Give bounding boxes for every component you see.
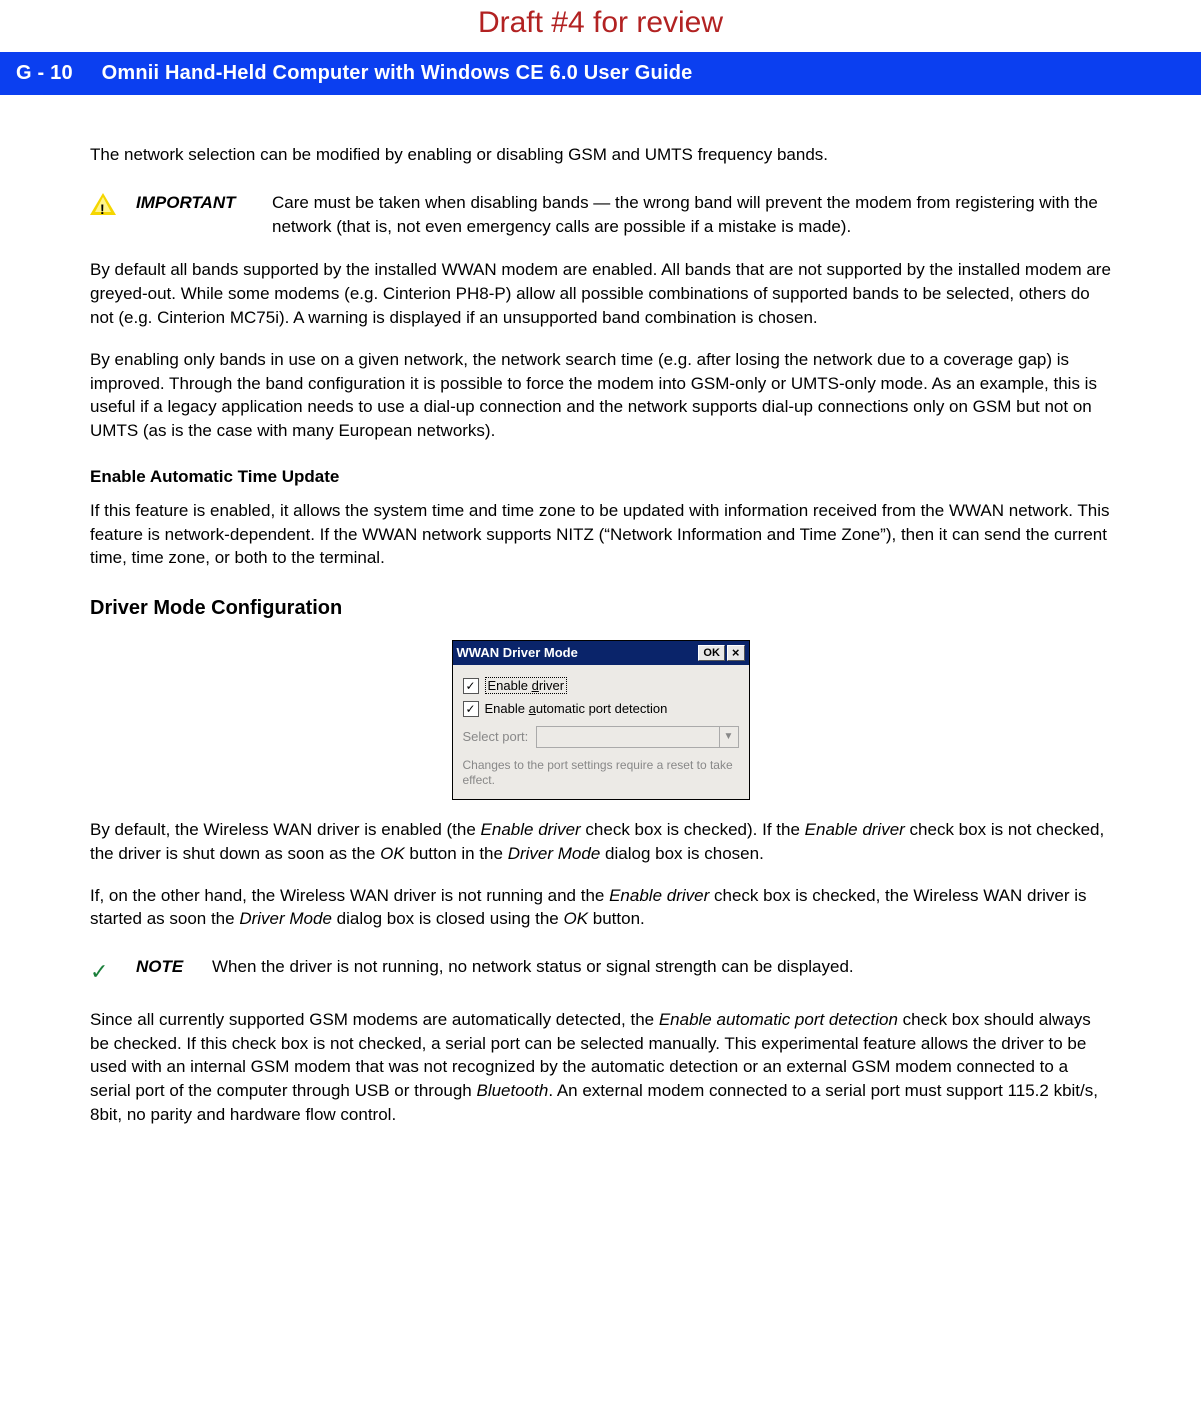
page-header-bar: G - 10 Omnii Hand-Held Computer with Win… [0, 52, 1201, 95]
dialog-body: ✓ Enable driver ✓ Enable automatic port … [453, 665, 749, 799]
chevron-down-icon: ▼ [719, 727, 738, 747]
dialog-title: WWAN Driver Mode [457, 644, 697, 662]
warning-icon: ! [90, 193, 120, 215]
dialog-titlebar: WWAN Driver Mode OK × [453, 641, 749, 665]
wwan-driver-mode-dialog: WWAN Driver Mode OK × ✓ Enable driver ✓ … [452, 640, 750, 800]
note-callout: ✓ NOTE When the driver is not running, n… [90, 955, 1111, 988]
bands-paragraph-1: By default all bands supported by the in… [90, 258, 1111, 329]
dialog-screenshot: WWAN Driver Mode OK × ✓ Enable driver ✓ … [90, 640, 1111, 800]
enable-auto-time-heading: Enable Automatic Time Update [90, 465, 1111, 489]
enable-auto-port-row[interactable]: ✓ Enable automatic port detection [463, 700, 739, 718]
enable-auto-port-checkbox[interactable]: ✓ [463, 701, 479, 717]
draft-header: Draft #4 for review [0, 0, 1201, 52]
driver-paragraph-1: By default, the Wireless WAN driver is e… [90, 818, 1111, 866]
driver-paragraph-2: If, on the other hand, the Wireless WAN … [90, 884, 1111, 932]
intro-paragraph: The network selection can be modified by… [90, 143, 1111, 167]
note-text: When the driver is not running, no netwo… [212, 955, 1111, 979]
select-port-dropdown[interactable]: ▼ [536, 726, 738, 748]
select-port-label: Select port: [463, 728, 529, 746]
enable-auto-port-label: Enable automatic port detection [485, 700, 668, 718]
close-button[interactable]: × [727, 645, 745, 661]
important-text: Care must be taken when disabling bands … [272, 191, 1111, 239]
enable-driver-label: Enable driver [485, 677, 568, 695]
driver-mode-heading: Driver Mode Configuration [90, 594, 1111, 622]
important-callout: ! IMPORTANT Care must be taken when disa… [90, 191, 1111, 239]
page-content: The network selection can be modified by… [0, 95, 1201, 1185]
auto-time-paragraph: If this feature is enabled, it allows th… [90, 499, 1111, 570]
enable-driver-row[interactable]: ✓ Enable driver [463, 677, 739, 695]
port-paragraph: Since all currently supported GSM modems… [90, 1008, 1111, 1127]
bands-paragraph-2: By enabling only bands in use on a given… [90, 348, 1111, 443]
check-icon: ✓ [90, 957, 120, 988]
ok-button[interactable]: OK [698, 645, 725, 661]
select-port-row: Select port: ▼ [463, 726, 739, 748]
page-title: Omnii Hand-Held Computer with Windows CE… [102, 62, 693, 84]
note-label: NOTE [136, 955, 196, 979]
page-number: G - 10 [16, 62, 73, 84]
dialog-hint: Changes to the port settings require a r… [463, 758, 739, 789]
enable-driver-checkbox[interactable]: ✓ [463, 678, 479, 694]
important-label: IMPORTANT [136, 191, 256, 215]
